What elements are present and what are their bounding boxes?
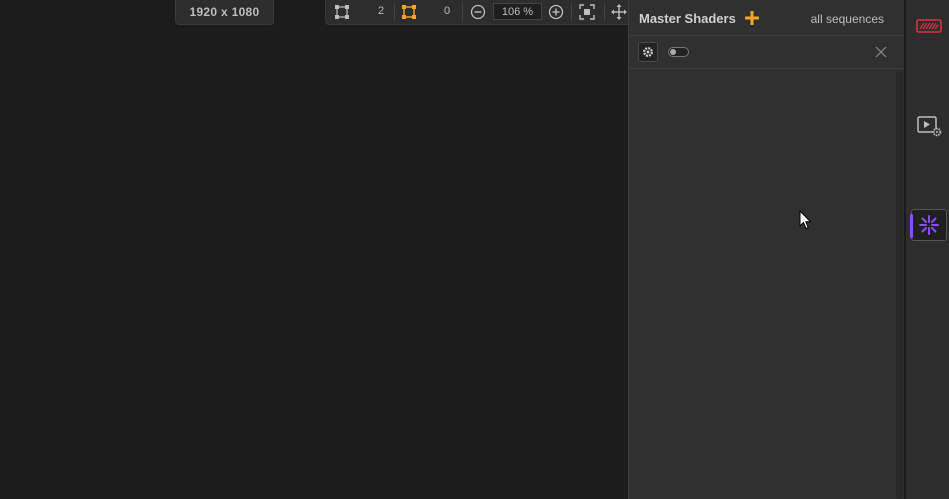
toggle-knob (670, 49, 676, 55)
shader-settings-button[interactable] (638, 42, 658, 62)
pan-tool-button[interactable] (611, 0, 627, 24)
shader-list-area[interactable] (629, 69, 904, 499)
zoom-in-button[interactable] (548, 0, 564, 24)
panel-header: Master Shaders all sequences (629, 0, 904, 36)
move-arrows-icon (611, 4, 627, 20)
gear-icon (643, 47, 653, 57)
zoom-out-icon (470, 4, 486, 20)
shader-row (629, 36, 904, 69)
shader-enable-toggle[interactable] (668, 47, 689, 57)
zoom-input[interactable]: 106 % (493, 3, 542, 20)
handles-count: 0 (444, 5, 451, 17)
fit-screen-icon (579, 4, 595, 20)
resolution-badge: 1920 x 1080 (175, 0, 274, 25)
scope-selector[interactable]: all sequences (811, 12, 884, 26)
active-indicator (910, 214, 913, 238)
sidebar-item-video-settings[interactable] (911, 110, 947, 142)
shader-spark-icon (919, 215, 939, 235)
sidebar-item-shaders[interactable] (910, 209, 947, 241)
resolution-label: 1920 x 1080 (189, 5, 260, 19)
points-tool-button[interactable] (334, 0, 350, 24)
add-shader-icon[interactable] (745, 11, 759, 25)
toolbar-divider (394, 3, 395, 21)
zoom-in-icon (548, 4, 564, 20)
close-icon[interactable] (875, 46, 887, 58)
toolbar-divider (604, 3, 605, 21)
panel-title: Master Shaders (639, 11, 736, 26)
handles-transform-icon (402, 5, 416, 19)
handles-tool-button[interactable] (401, 0, 417, 24)
sidebar-item-device[interactable] (911, 10, 947, 42)
toolbar-divider (571, 3, 572, 21)
right-sidebar (906, 0, 949, 499)
master-shaders-panel: Master Shaders all sequences (628, 0, 904, 499)
viewport-canvas[interactable] (0, 0, 628, 499)
points-count: 2 (378, 5, 385, 17)
panel-scrollbar[interactable] (896, 71, 903, 499)
top-toolbar: 2 0 106 % (325, 0, 628, 25)
points-transform-icon (335, 5, 349, 19)
video-settings-icon (917, 116, 942, 137)
red-device-icon (916, 19, 942, 33)
zoom-value: 106 % (501, 5, 534, 18)
fit-to-screen-button[interactable] (579, 0, 595, 24)
zoom-out-button[interactable] (470, 0, 486, 24)
toolbar-divider (462, 3, 463, 21)
